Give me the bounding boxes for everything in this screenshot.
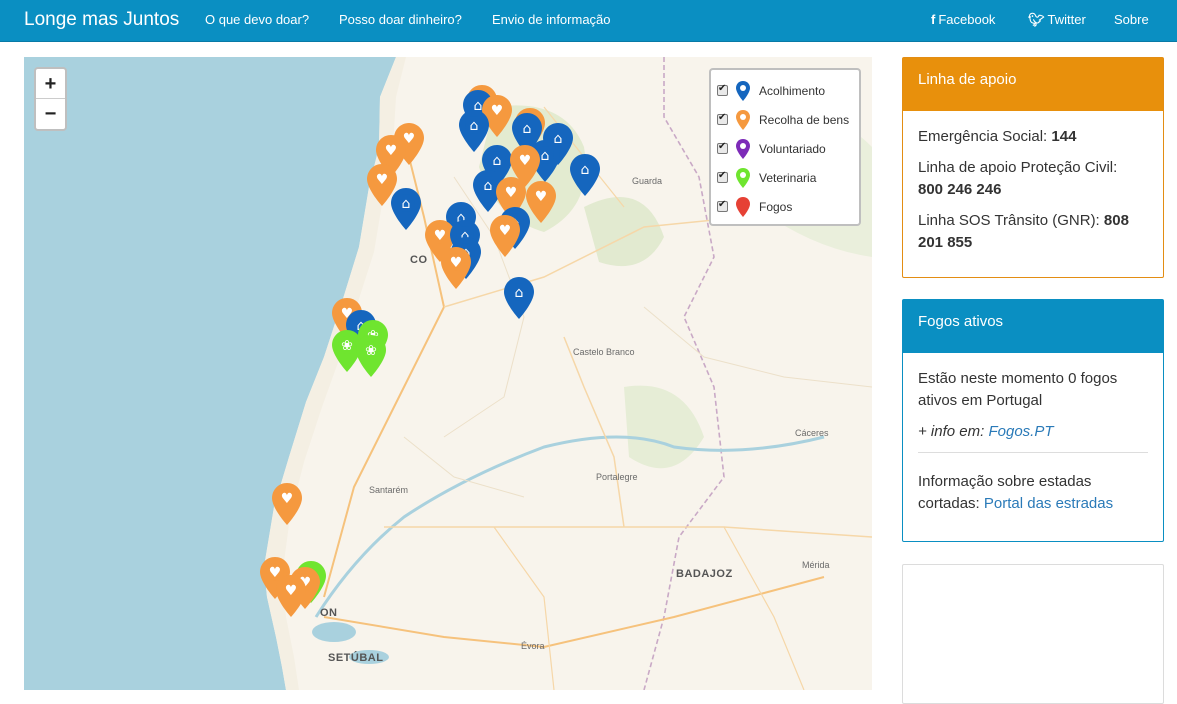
panel-title: Linha de apoio xyxy=(903,58,1163,111)
nav-link-twitter[interactable]: 🐦︎ Twitter xyxy=(1028,12,1086,28)
zoom-out-button[interactable]: − xyxy=(36,99,65,129)
empty-panel xyxy=(902,564,1164,704)
legend-label: Fogos xyxy=(759,199,793,214)
paw-icon xyxy=(736,167,750,188)
line-label: Emergência Social: xyxy=(918,128,1048,145)
sos-traffic-line: Linha SOS Trânsito (GNR): 808 201 855 xyxy=(918,210,1148,254)
city-badajoz: BADAJOZ xyxy=(676,568,733,580)
facebook-label: Facebook xyxy=(938,12,996,27)
line-number: 800 246 246 xyxy=(918,181,1002,198)
recolha-marker[interactable]: ♥ xyxy=(440,246,472,290)
map-canvas[interactable]: Guarda CO Castelo Branco Cáceres Portale… xyxy=(24,57,872,690)
line-label: Linha SOS Trânsito (GNR): xyxy=(918,212,1100,229)
svg-text:♥: ♥ xyxy=(505,185,518,201)
nav-link-send-info[interactable]: Envio de informação xyxy=(492,12,611,27)
svg-text:♥: ♥ xyxy=(491,103,504,119)
svg-text:⌂: ⌂ xyxy=(493,153,502,169)
city-portalegre: Portalegre xyxy=(596,472,638,482)
city-lisboa: ON xyxy=(320,607,338,619)
legend-label: Recolha de bens xyxy=(759,112,850,127)
city-merida: Mérida xyxy=(802,560,830,570)
nav-link-what-to-donate[interactable]: O que devo doar? xyxy=(205,12,309,27)
roads-info: Informação sobre estadas cortadas: Porta… xyxy=(918,471,1148,515)
recolha-marker[interactable]: ♥ xyxy=(271,482,303,526)
recolha-marker[interactable]: ♥ xyxy=(275,574,307,618)
svg-text:⌂: ⌂ xyxy=(523,121,532,137)
city-santarem: Santarém xyxy=(369,485,409,495)
city-guarda: Guarda xyxy=(632,176,663,186)
layer-legend: Acolhimento Recolha de bens Voluntariado… xyxy=(709,68,861,226)
civil-protection-line: Linha de apoio Proteção Civil: 800 246 24… xyxy=(918,157,1148,201)
portal-estradas-link[interactable]: Portal das estradas xyxy=(984,495,1113,512)
facebook-icon: f xyxy=(931,12,936,27)
svg-text:⌂: ⌂ xyxy=(581,162,590,178)
twitter-icon: 🐦︎ xyxy=(1028,12,1045,27)
city-evora: Évora xyxy=(521,641,545,651)
legend-label: Acolhimento xyxy=(759,83,826,98)
svg-text:⌂: ⌂ xyxy=(541,148,550,164)
svg-text:❀: ❀ xyxy=(341,338,353,354)
svg-text:♥: ♥ xyxy=(519,153,532,169)
svg-text:♥: ♥ xyxy=(285,583,298,599)
twitter-label: Twitter xyxy=(1047,12,1086,27)
legend-label: Voluntariado xyxy=(759,141,826,156)
fire-pin-icon xyxy=(736,196,750,217)
svg-text:♥: ♥ xyxy=(450,255,463,271)
svg-text:⌂: ⌂ xyxy=(515,285,524,301)
legend-item-acolhimento[interactable]: Acolhimento xyxy=(717,76,853,105)
veterinaria-marker[interactable]: ❀ xyxy=(355,334,387,378)
svg-text:⌂: ⌂ xyxy=(470,118,479,134)
home-icon xyxy=(736,80,750,101)
info-prefix: + info em: xyxy=(918,423,985,440)
nav-link-facebook[interactable]: f Facebook xyxy=(931,12,995,27)
legend-checkbox[interactable] xyxy=(717,83,728,96)
panel-body: Emergência Social: 144 Linha de apoio Pr… xyxy=(903,111,1163,278)
active-fires-panel: Fogos ativos Estão neste momento 0 fogos… xyxy=(902,299,1164,542)
svg-text:♥: ♥ xyxy=(535,189,548,205)
nav-link-about[interactable]: Sobre xyxy=(1114,12,1149,27)
legend-label: Veterinaria xyxy=(759,170,817,185)
svg-text:♥: ♥ xyxy=(499,223,512,239)
recolha-marker[interactable]: ♥ xyxy=(489,214,521,258)
fires-info: + info em: Fogos.PT xyxy=(918,421,1148,443)
line-number: 144 xyxy=(1051,128,1077,145)
zoom-in-button[interactable]: + xyxy=(36,69,65,99)
line-label: Linha de apoio Proteção Civil: xyxy=(918,159,1118,176)
legend-checkbox[interactable] xyxy=(717,170,728,183)
divider xyxy=(918,452,1148,453)
svg-text:⌂: ⌂ xyxy=(484,178,493,194)
acolhimento-marker[interactable]: ⌂ xyxy=(569,153,601,197)
legend-checkbox[interactable] xyxy=(717,141,728,154)
city-castelo-branco: Castelo Branco xyxy=(573,347,635,357)
nav-link-donate-money[interactable]: Posso doar dinheiro? xyxy=(339,12,462,27)
social-emergency-line: Emergência Social: 144 xyxy=(918,126,1148,148)
legend-checkbox[interactable] xyxy=(717,199,728,212)
top-navbar: Longe mas Juntos O que devo doar? Posso … xyxy=(0,0,1177,42)
svg-text:❀: ❀ xyxy=(365,343,377,359)
fires-status: Estão neste momento 0 fogos ativos em Po… xyxy=(918,370,1118,409)
legend-item-voluntariado[interactable]: Voluntariado xyxy=(717,134,853,163)
fogos-pt-link[interactable]: Fogos.PT xyxy=(988,423,1053,440)
svg-text:⌂: ⌂ xyxy=(402,196,411,212)
legend-item-veterinaria[interactable]: Veterinaria xyxy=(717,163,853,192)
legend-item-fogos[interactable]: Fogos xyxy=(717,192,853,221)
svg-text:♥: ♥ xyxy=(434,228,447,244)
acolhimento-marker[interactable]: ⌂ xyxy=(503,276,535,320)
brand-link[interactable]: Longe mas Juntos xyxy=(24,9,179,31)
acolhimento-marker[interactable]: ⌂ xyxy=(390,187,422,231)
city-caceres: Cáceres xyxy=(795,428,829,438)
support-lines-panel: Linha de apoio Emergência Social: 144 Li… xyxy=(902,57,1164,278)
panel-title: Fogos ativos xyxy=(903,300,1163,353)
legend-checkbox[interactable] xyxy=(717,112,728,125)
volunteer-icon xyxy=(736,138,750,159)
svg-text:♥: ♥ xyxy=(376,172,389,188)
city-setubal: SETÚBAL xyxy=(328,652,384,664)
svg-text:♥: ♥ xyxy=(281,491,294,507)
panel-body: Estão neste momento 0 fogos ativos em Po… xyxy=(903,353,1163,539)
legend-item-recolha[interactable]: Recolha de bens xyxy=(717,105,853,134)
zoom-control: + − xyxy=(34,67,67,131)
svg-text:♥: ♥ xyxy=(385,143,398,159)
heart-hand-icon xyxy=(736,109,750,130)
